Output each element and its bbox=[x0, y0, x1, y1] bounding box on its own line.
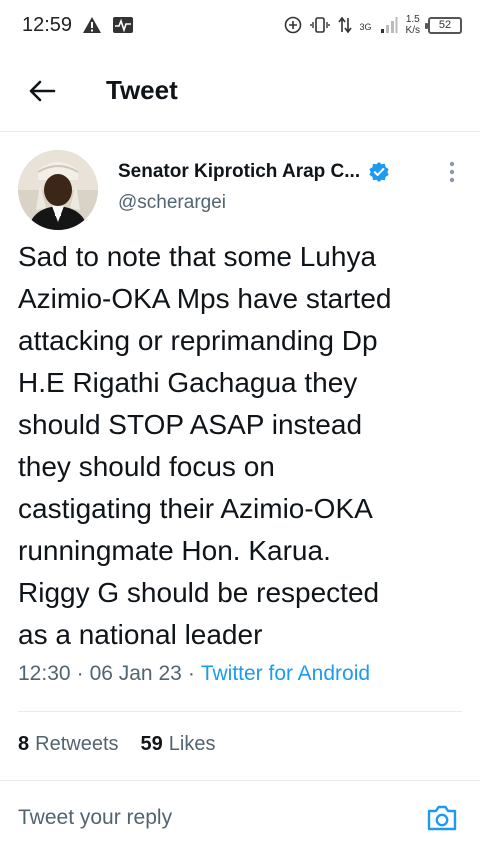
back-button[interactable] bbox=[20, 69, 64, 113]
signal-icon bbox=[380, 17, 398, 33]
camera-icon bbox=[427, 805, 457, 830]
profile-photo-icon bbox=[18, 150, 98, 230]
arrow-left-icon bbox=[29, 80, 56, 101]
reply-bar bbox=[0, 780, 480, 854]
tweet-time: 12:30 bbox=[18, 662, 71, 685]
likes-stat[interactable]: 59 Likes bbox=[141, 733, 216, 756]
battery-level: 52 bbox=[438, 19, 452, 31]
camera-button[interactable] bbox=[422, 798, 462, 838]
activity-icon bbox=[113, 17, 134, 33]
top-app-bar: Tweet bbox=[0, 50, 480, 132]
likes-label: Likes bbox=[168, 733, 216, 755]
tweet-text: Sad to note that some Luhya Azimio-OKA M… bbox=[18, 241, 392, 650]
page-title: Tweet bbox=[106, 75, 178, 105]
tweet-date: 06 Jan 23 bbox=[89, 662, 182, 685]
tweet-stats: 8 Retweets 59 Likes bbox=[18, 733, 215, 756]
divider bbox=[18, 711, 462, 712]
warning-icon bbox=[83, 17, 102, 33]
retweets-count: 8 bbox=[18, 733, 30, 755]
speed-unit: K/s bbox=[405, 25, 420, 36]
status-bar: 12:59 3G 1.5 K/s 52 bbox=[0, 0, 480, 50]
reply-input[interactable] bbox=[18, 805, 422, 830]
tweet-author: Senator Kiprotich Arap C... @scherargei bbox=[18, 150, 464, 230]
author-handle[interactable]: @scherargei bbox=[118, 192, 464, 214]
battery-icon: 52 bbox=[425, 16, 462, 34]
meta-separator: · bbox=[187, 662, 195, 685]
meta-separator: · bbox=[76, 662, 84, 685]
data-transfer-icon bbox=[337, 16, 352, 34]
likes-count: 59 bbox=[140, 733, 163, 755]
data-saver-icon bbox=[284, 16, 301, 34]
retweets-stat[interactable]: 8 Retweets bbox=[18, 733, 119, 756]
speed-value: 1.5 bbox=[405, 14, 420, 25]
avatar[interactable] bbox=[18, 150, 98, 230]
status-time: 12:59 bbox=[22, 13, 73, 36]
network-type: 3G bbox=[359, 22, 372, 32]
network-speed: 1.5 K/s bbox=[406, 14, 420, 36]
more-options-button[interactable] bbox=[440, 160, 464, 184]
tweet-meta: 12:30 · 06 Jan 23 · Twitter for Android bbox=[18, 662, 370, 686]
tweet-source-link[interactable]: Twitter for Android bbox=[201, 662, 370, 686]
vibrate-icon bbox=[309, 17, 330, 33]
more-vertical-icon bbox=[449, 161, 455, 183]
author-name[interactable]: Senator Kiprotich Arap C... bbox=[118, 161, 360, 183]
retweets-label: Retweets bbox=[35, 733, 119, 755]
verified-badge-icon bbox=[369, 162, 389, 182]
